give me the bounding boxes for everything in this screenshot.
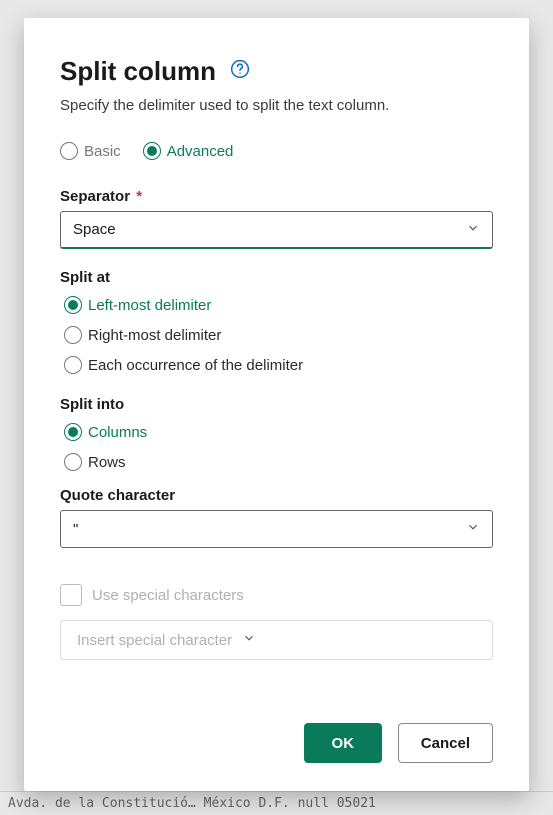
split-at-left-radio[interactable]: Left-most delimiter	[64, 296, 493, 314]
quote-field: Quote character "	[60, 487, 493, 548]
separator-label: Separator *	[60, 188, 493, 205]
radio-icon	[64, 296, 82, 314]
split-at-each-label: Each occurrence of the delimiter	[88, 357, 303, 374]
split-at-radio-group: Left-most delimiter Right-most delimiter…	[60, 296, 493, 374]
special-characters-checkbox[interactable]	[60, 584, 82, 606]
split-at-right-label: Right-most delimiter	[88, 327, 221, 344]
dialog-title: Split column	[60, 56, 216, 87]
radio-icon	[60, 142, 78, 160]
radio-icon	[64, 453, 82, 471]
mode-radio-group: Basic Advanced	[60, 142, 493, 160]
split-into-rows-label: Rows	[88, 454, 126, 471]
radio-icon	[64, 423, 82, 441]
mode-advanced-radio[interactable]: Advanced	[143, 142, 234, 160]
split-into-columns-radio[interactable]: Columns	[64, 423, 493, 441]
mode-advanced-label: Advanced	[167, 143, 234, 160]
radio-icon	[143, 142, 161, 160]
split-at-left-label: Left-most delimiter	[88, 297, 211, 314]
split-into-label: Split into	[60, 396, 493, 413]
help-icon[interactable]	[230, 59, 250, 84]
mode-basic-label: Basic	[84, 143, 121, 160]
radio-icon	[64, 356, 82, 374]
split-at-right-radio[interactable]: Right-most delimiter	[64, 326, 493, 344]
special-characters-checkbox-row: Use special characters	[60, 584, 493, 606]
insert-special-character-button: Insert special character	[60, 620, 493, 660]
chevron-down-icon	[466, 520, 480, 538]
split-into-radio-group: Columns Rows	[60, 423, 493, 471]
cancel-button[interactable]: Cancel	[398, 723, 493, 763]
dialog-subtitle: Specify the delimiter used to split the …	[60, 97, 493, 114]
split-into-rows-radio[interactable]: Rows	[64, 453, 493, 471]
background-data-row: Avda. de la Constitució… México D.F. nul…	[0, 791, 553, 815]
radio-icon	[64, 326, 82, 344]
chevron-down-icon	[242, 631, 256, 649]
dialog-button-row: OK Cancel	[60, 723, 493, 763]
mode-basic-radio[interactable]: Basic	[60, 142, 121, 160]
insert-special-label: Insert special character	[77, 632, 232, 649]
split-at-each-radio[interactable]: Each occurrence of the delimiter	[64, 356, 493, 374]
dialog-header: Split column	[60, 56, 493, 87]
quote-select[interactable]: "	[60, 510, 493, 548]
separator-value: Space	[73, 221, 116, 238]
split-column-dialog: Split column Specify the delimiter used …	[24, 18, 529, 791]
chevron-down-icon	[466, 221, 480, 239]
quote-value: "	[73, 521, 78, 538]
separator-select[interactable]: Space	[60, 211, 493, 249]
special-characters-label: Use special characters	[92, 587, 244, 604]
quote-label: Quote character	[60, 487, 493, 504]
split-at-label: Split at	[60, 269, 493, 286]
ok-button[interactable]: OK	[304, 723, 382, 763]
required-indicator: *	[136, 188, 142, 205]
separator-field: Separator * Space	[60, 188, 493, 249]
split-into-columns-label: Columns	[88, 424, 147, 441]
